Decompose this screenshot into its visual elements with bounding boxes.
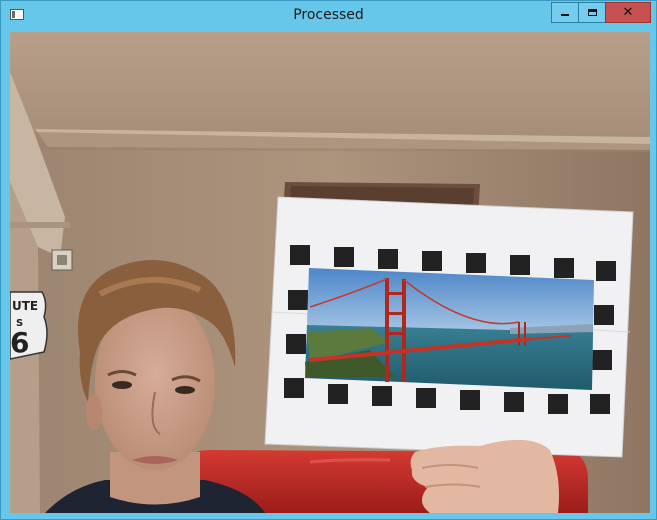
close-button[interactable]: ✕ — [605, 2, 651, 23]
app-window: Processed ✕ UTE S 6 — [0, 0, 657, 520]
sign-text-line1: UTE — [12, 299, 38, 313]
camera-frame-image: UTE S 6 — [10, 32, 650, 513]
sign-text-line3: 6 — [10, 326, 29, 359]
minimize-icon — [561, 14, 569, 16]
close-icon: ✕ — [622, 5, 634, 20]
route-sign: UTE S 6 — [10, 291, 48, 360]
maximize-icon — [587, 9, 597, 16]
title-bar[interactable]: Processed ✕ — [1, 1, 656, 31]
camera-view: UTE S 6 — [10, 32, 650, 513]
maximize-button[interactable] — [578, 2, 606, 23]
overlay-bridge-photo — [305, 268, 594, 390]
minimize-button[interactable] — [551, 2, 579, 23]
